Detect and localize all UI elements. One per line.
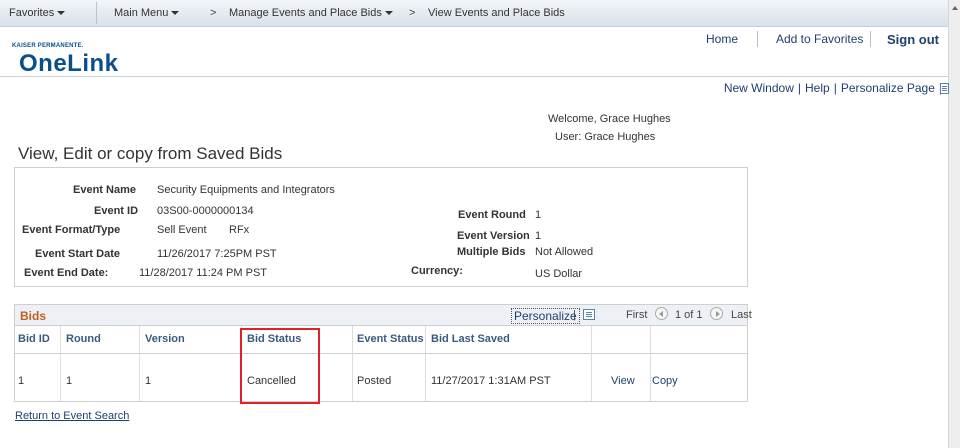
event-end-label: Event End Date: <box>24 267 109 279</box>
currency-label: Currency: <box>411 265 463 277</box>
event-round-value: 1 <box>535 209 542 221</box>
cell-bid-id: 1 <box>18 375 25 387</box>
help-link[interactable]: Help <box>805 81 830 95</box>
copy-link[interactable]: Copy <box>652 375 678 387</box>
event-format-label: Event Format/Type <box>22 224 121 236</box>
column-divider <box>425 326 426 401</box>
event-start-label: Event Start Date <box>35 248 120 260</box>
event-start-value: 11/26/2017 7:25PM PST <box>157 248 277 260</box>
column-header-bid-last-saved[interactable]: Bid Last Saved <box>431 333 510 345</box>
page-range: 1 of 1 <box>675 309 703 321</box>
cell-round: 1 <box>66 375 73 387</box>
column-header-version[interactable]: Version <box>145 333 185 345</box>
last-link[interactable]: Last <box>731 309 752 321</box>
chevron-down-icon <box>171 11 180 16</box>
cell-event-status: Posted <box>357 375 392 387</box>
menu-divider <box>96 2 97 24</box>
app-header: KAISER PERMANENTE. OneLink Home Add to F… <box>0 27 948 77</box>
main-menu[interactable]: Main Menu <box>114 7 180 19</box>
header-rule <box>0 76 948 77</box>
event-round-label: Event Round <box>458 209 526 221</box>
column-divider <box>650 326 651 401</box>
bids-grid: Bids Personalize | First 1 of 1 Last Bid… <box>14 304 752 402</box>
home-link[interactable]: Home <box>706 32 738 46</box>
main-menu-label: Main Menu <box>114 7 169 19</box>
event-id-value: 03S00-0000000134 <box>157 205 254 217</box>
multiple-bids-value: Not Allowed <box>535 246 594 258</box>
cell-version: 1 <box>145 375 152 387</box>
breadcrumb-separator: > <box>210 7 217 19</box>
column-divider <box>591 326 592 401</box>
column-divider <box>60 326 61 401</box>
event-name-label: Event Name <box>73 184 136 196</box>
event-version-value: 1 <box>535 230 542 242</box>
bids-column-headers: Bid ID Round Version Bid Status Event St… <box>15 326 747 354</box>
bid-status-highlight <box>240 328 320 404</box>
link-separator: | <box>833 81 837 95</box>
sign-out-link[interactable]: Sign out <box>887 32 939 47</box>
bids-title: Bids <box>20 309 47 323</box>
event-id-label: Event ID <box>94 205 139 217</box>
event-version-label: Event Version <box>457 230 530 242</box>
top-menu-bar: Favorites Main Menu > Manage Events and … <box>0 0 948 27</box>
multiple-bids-label: Multiple Bids <box>457 246 526 258</box>
personalize-page-link[interactable]: Personalize Page <box>841 81 935 95</box>
favorites-menu[interactable]: Favorites <box>9 7 66 19</box>
event-details-panel: Event Name Security Equipments and Integ… <box>14 167 748 287</box>
chevron-down-icon <box>57 11 66 16</box>
add-to-favorites-link[interactable]: Add to Favorites <box>776 32 863 46</box>
page-title: View, Edit or copy from Saved Bids <box>18 144 283 163</box>
scroll-up-icon[interactable] <box>952 6 958 10</box>
breadcrumb-separator: > <box>409 7 416 19</box>
view-link[interactable]: View <box>611 375 635 387</box>
previous-icon[interactable] <box>655 307 668 320</box>
breadcrumb-label: Manage Events and Place Bids <box>229 7 382 19</box>
personalize-grid-link[interactable]: Personalize <box>511 308 580 324</box>
logo-caption: KAISER PERMANENTE. <box>12 43 84 49</box>
column-header-event-status[interactable]: Event Status <box>357 333 424 345</box>
event-type-value: RFx <box>229 224 250 236</box>
first-link[interactable]: First <box>626 309 647 321</box>
grid-separator: | <box>573 309 576 321</box>
welcome-text: Welcome, Grace Hughes <box>548 113 671 125</box>
next-icon[interactable] <box>710 307 723 320</box>
column-header-bid-id[interactable]: Bid ID <box>18 333 50 345</box>
column-divider <box>139 326 140 401</box>
event-end-value: 11/28/2017 11:24 PM PST <box>139 267 268 279</box>
utility-links: New Window | Help | Personalize Page | <box>724 81 946 95</box>
currency-value: US Dollar <box>535 268 583 280</box>
grid-icon[interactable] <box>940 83 949 94</box>
onelink-logo: OneLink <box>19 50 119 77</box>
bids-grid-header: Bids Personalize | First 1 of 1 Last <box>15 305 752 326</box>
event-name-value: Security Equipments and Integrators <box>157 184 335 196</box>
column-divider <box>352 326 353 401</box>
chevron-down-icon <box>384 11 393 16</box>
favorites-label: Favorites <box>9 7 55 19</box>
breadcrumb-view-events[interactable]: View Events and Place Bids <box>428 7 565 19</box>
event-format-value: Sell Event <box>157 224 207 236</box>
header-divider <box>757 31 758 47</box>
column-header-round[interactable]: Round <box>66 333 101 345</box>
link-separator: | <box>797 81 801 95</box>
return-to-event-search-link[interactable]: Return to Event Search <box>15 410 129 422</box>
vertical-scrollbar[interactable] <box>948 0 960 448</box>
cell-last-saved: 11/27/2017 1:31AM PST <box>431 375 551 387</box>
new-window-link[interactable]: New Window <box>724 81 794 95</box>
download-icon[interactable] <box>583 309 595 320</box>
user-text: User: Grace Hughes <box>555 131 656 143</box>
header-divider <box>870 31 871 47</box>
breadcrumb-manage-events[interactable]: Manage Events and Place Bids <box>229 7 393 19</box>
